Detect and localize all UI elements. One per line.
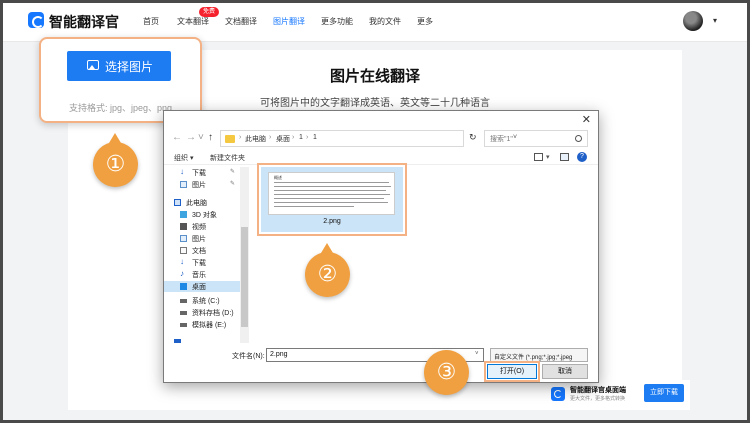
promo-subtitle: 更大文件，更多格式转换 bbox=[570, 396, 626, 402]
avatar[interactable] bbox=[683, 11, 703, 31]
nav-item-more[interactable]: 更多 bbox=[417, 16, 433, 27]
view-options-icon[interactable] bbox=[534, 153, 543, 161]
computer-icon bbox=[174, 199, 181, 206]
organize-menu[interactable]: 组织 ▾ bbox=[174, 153, 193, 163]
tree-item-this-pc[interactable]: 此电脑 bbox=[164, 197, 240, 208]
tree-item-videos[interactable]: 视频 bbox=[164, 221, 240, 232]
tree-item-drive-d[interactable]: 资料存档 (D:) bbox=[164, 307, 240, 318]
nav-item-home[interactable]: 首页 bbox=[143, 16, 159, 27]
tree-item-desktop[interactable]: 桌面 bbox=[164, 281, 240, 292]
breadcrumb-folder-1b[interactable]: 1 bbox=[313, 134, 317, 141]
file-type-select[interactable]: 自定义文件 (*.png;*.jpg;*.jpeg bbox=[490, 348, 588, 362]
new-folder-button[interactable]: 新建文件夹 bbox=[210, 153, 245, 163]
nav-item-image-translate[interactable]: 图片翻译 bbox=[273, 16, 305, 27]
download-arrow-icon: ↓ bbox=[180, 257, 184, 266]
tree-item-pictures-quick[interactable]: 图片 ✎ bbox=[164, 179, 240, 190]
promo-title: 智能翻译官桌面端 bbox=[570, 387, 626, 394]
app-name[interactable]: 智能翻译官 bbox=[49, 12, 119, 32]
tree-item-partial[interactable] bbox=[164, 335, 240, 343]
search-placeholder: 搜索"1" bbox=[490, 136, 513, 143]
scrollbar-thumb[interactable] bbox=[241, 227, 248, 327]
tree-item-downloads[interactable]: ↓ 下载 bbox=[164, 257, 240, 268]
address-row: ← → ˅ ↑ › 此电脑 › 桌面 › 1 › 1 ˅ ↻ 搜索"1" bbox=[164, 129, 598, 149]
select-image-label: 选择图片 bbox=[105, 60, 154, 74]
step-marker-2: ② bbox=[305, 243, 350, 297]
folder-icon bbox=[225, 135, 235, 143]
nav-item-text-translate[interactable]: 文本翻译 bbox=[177, 16, 209, 27]
desktop-promo: 智能翻译官桌面端 更大文件，更多格式转换 立即下载 bbox=[540, 380, 690, 410]
search-icon bbox=[575, 135, 582, 142]
up-arrow-icon[interactable]: ↑ bbox=[208, 132, 213, 143]
3d-objects-icon bbox=[180, 211, 187, 218]
nav-item-doc-translate[interactable]: 文档翻译 bbox=[225, 16, 257, 27]
preview-pane-icon[interactable] bbox=[560, 153, 569, 161]
tree-item-3d-objects[interactable]: 3D 对象 bbox=[164, 209, 240, 220]
tree-item-drive-c[interactable]: 系统 (C:) bbox=[164, 295, 240, 306]
documents-icon bbox=[180, 247, 187, 254]
thumbnail-title: 概述 bbox=[274, 175, 282, 180]
filename-dropdown-icon[interactable]: ˅ bbox=[475, 351, 479, 357]
tree-item-documents[interactable]: 文档 bbox=[164, 245, 240, 256]
file-open-dialog: ✕ ← → ˅ ↑ › 此电脑 › 桌面 › 1 › 1 ˅ ↻ 搜索"1" 组… bbox=[163, 110, 599, 383]
refresh-icon[interactable]: ↻ bbox=[469, 132, 477, 143]
close-icon[interactable]: ✕ bbox=[582, 113, 591, 126]
back-arrow-icon[interactable]: ← bbox=[172, 132, 182, 143]
music-icon: ♪ bbox=[180, 269, 184, 278]
file-selection: 概述 2.png bbox=[261, 167, 403, 232]
chevron-down-icon[interactable]: ▾ bbox=[713, 16, 717, 25]
drive-icon bbox=[180, 323, 187, 327]
tree-scrollbar[interactable] bbox=[240, 167, 249, 343]
cancel-button[interactable]: 取消 bbox=[542, 364, 588, 379]
help-icon[interactable]: ? bbox=[577, 152, 587, 162]
search-input[interactable]: 搜索"1" bbox=[484, 130, 588, 147]
filename-label: 文件名(N): bbox=[232, 353, 265, 360]
pin-icon[interactable]: ✎ bbox=[230, 180, 235, 187]
download-now-button[interactable]: 立即下载 bbox=[644, 384, 684, 402]
app-logo-icon[interactable] bbox=[28, 12, 44, 28]
view-dropdown-icon[interactable]: ▾ bbox=[546, 153, 550, 161]
desktop-icon bbox=[180, 283, 187, 290]
videos-icon bbox=[180, 223, 187, 230]
navigation-tree: ↓ 下载 ✎ 图片 ✎ 此电脑 3D 对象 视频 图片 文档 ↓ 下载 ♪ 音乐… bbox=[164, 167, 240, 343]
dialog-button-row: 打开(O) 取消 bbox=[164, 361, 598, 383]
drive-icon bbox=[180, 311, 187, 315]
network-icon bbox=[174, 339, 181, 343]
free-badge: 免费 bbox=[199, 7, 220, 17]
tree-item-music[interactable]: ♪ 音乐 bbox=[164, 269, 240, 280]
file-name-label: 2.png bbox=[323, 218, 341, 225]
breadcrumb-this-pc[interactable]: 此电脑 bbox=[245, 134, 266, 144]
pictures-icon bbox=[180, 235, 187, 242]
file-item-2png[interactable]: 概述 2.png bbox=[257, 163, 407, 236]
file-thumbnail: 概述 bbox=[268, 172, 395, 215]
app-logo-icon bbox=[551, 387, 565, 401]
pictures-icon bbox=[180, 181, 187, 188]
open-button[interactable]: 打开(O) bbox=[487, 364, 537, 379]
tree-item-downloads-quick[interactable]: ↓ 下载 ✎ bbox=[164, 167, 240, 178]
tree-item-pictures[interactable]: 图片 bbox=[164, 233, 240, 244]
forward-arrow-icon[interactable]: → bbox=[186, 132, 196, 143]
breadcrumb-folder-1[interactable]: 1 bbox=[299, 134, 303, 141]
nav-item-more-features[interactable]: 更多功能 bbox=[321, 16, 353, 27]
address-bar[interactable]: › 此电脑 › 桌面 › 1 › 1 ˅ bbox=[220, 130, 517, 147]
nav-item-my-files[interactable]: 我的文件 bbox=[369, 16, 401, 27]
breadcrumb-desktop[interactable]: 桌面 bbox=[276, 134, 290, 144]
recent-chevron-icon[interactable]: ˅ bbox=[198, 132, 204, 143]
pin-icon[interactable]: ✎ bbox=[230, 168, 235, 175]
step-marker-1: ① bbox=[93, 133, 138, 187]
drive-icon bbox=[180, 299, 187, 303]
step-marker-3: ③ bbox=[424, 350, 469, 395]
top-navbar: 智能翻译官 首页 文本翻译 免费 文档翻译 图片翻译 更多功能 我的文件 更多 … bbox=[0, 0, 750, 42]
select-image-button[interactable]: 选择图片 bbox=[67, 51, 171, 81]
tree-item-drive-e[interactable]: 模拟器 (E:) bbox=[164, 319, 240, 330]
image-icon bbox=[87, 60, 99, 70]
download-arrow-icon: ↓ bbox=[180, 167, 184, 176]
